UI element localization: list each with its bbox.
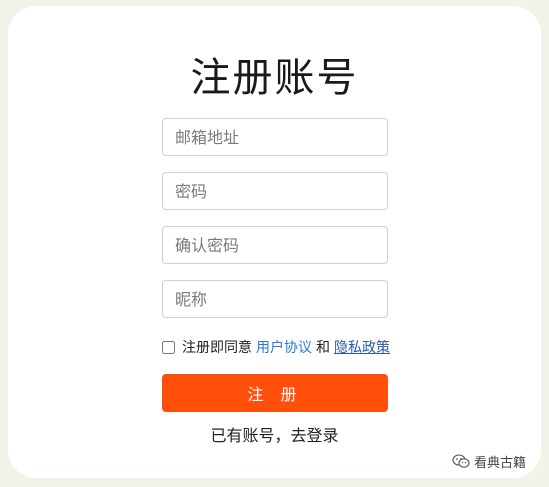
user-agreement-link[interactable]: 用户协议: [256, 337, 312, 357]
login-link[interactable]: 已有账号，去登录: [0, 422, 549, 446]
register-button[interactable]: 注 册: [162, 374, 388, 412]
watermark-text: 看典古籍: [474, 456, 527, 471]
page: 注册账号 注册即同意 用户协议 和 隐私政策 注 册 已有账号，去登录 看典古籍: [0, 0, 549, 487]
agreement-row: 注册即同意 用户协议 和 隐私政策: [162, 337, 390, 357]
nickname-field[interactable]: [162, 280, 388, 318]
password-field[interactable]: [162, 172, 388, 210]
watermark: 看典古籍: [452, 452, 526, 471]
agree-checkbox[interactable]: [162, 340, 175, 354]
confirm-password-field[interactable]: [162, 226, 388, 264]
privacy-policy-link[interactable]: 隐私政策: [334, 337, 390, 357]
email-field[interactable]: [162, 118, 388, 156]
and-text: 和: [316, 340, 330, 356]
agree-prefix-text: 注册即同意: [182, 340, 252, 356]
wechat-icon: [452, 454, 470, 468]
page-title: 注册账号: [190, 55, 359, 101]
